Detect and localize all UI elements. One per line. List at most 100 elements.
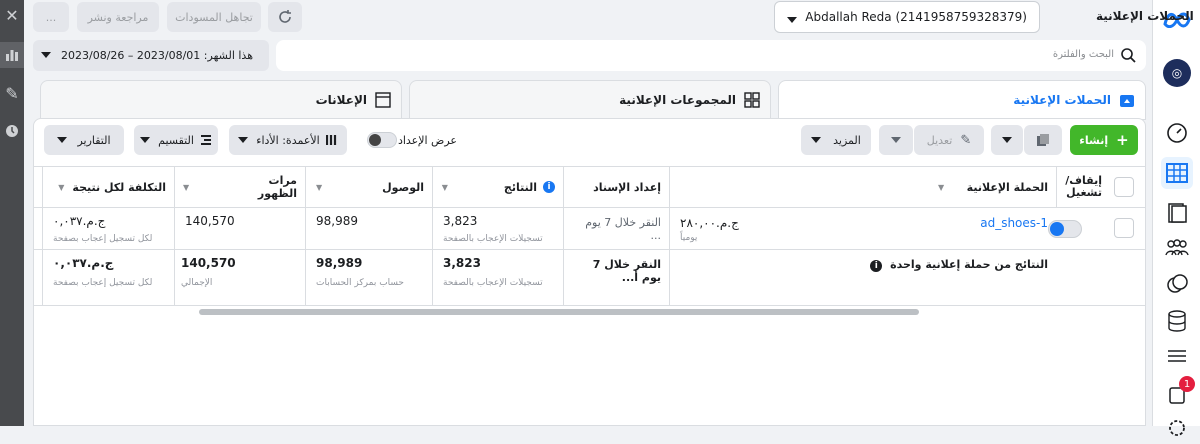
summary-label-cell: النتائج من حملة إعلانية واحدة i	[669, 250, 1056, 305]
col-impressions[interactable]: مرات الظهور ▼	[174, 167, 305, 207]
summary-cost-value: ج.م.٠,٠٣٧	[53, 256, 114, 270]
date-range-picker[interactable]: هذا الشهر: 2023/08/01 – 2023/08/26	[33, 40, 269, 71]
page-title: الحملات الإعلانية	[1096, 9, 1194, 23]
tab-campaigns[interactable]: الحملات الإعلانية	[778, 80, 1146, 120]
info-icon[interactable]: i	[870, 260, 883, 272]
account-avatar[interactable]: ◎	[1161, 57, 1193, 89]
columns-label: الأعمدة: الأداء	[256, 133, 320, 147]
campaign-name-cell: ad_shoes-1 ج.م.٢٨٠,٠٠ يومياً	[669, 208, 1056, 249]
columns-button[interactable]: الأعمدة: الأداء	[229, 125, 347, 155]
campaigns-panel: إنشاء + تعديل ✎ المزيد عرض الإعداد الأعم…	[33, 118, 1146, 426]
tab-ads-label: الإعلانات	[315, 93, 367, 107]
summary-label: النتائج من حملة إعلانية واحدة	[890, 258, 1048, 271]
pencil-icon: ✎	[960, 132, 972, 148]
sort-arrow-icon: ▼	[183, 182, 190, 192]
col-results[interactable]: i النتائج ▼	[432, 167, 563, 207]
table-header-row: إيقاف/ تشغيل الحملة الإعلانية ▼ إعداد ال…	[34, 166, 1145, 208]
col-cost[interactable]: التكلفة لكل نتيجة ▼	[42, 167, 174, 207]
reach-cell: 98,989	[305, 208, 432, 249]
horizontal-scrollbar[interactable]	[199, 309, 919, 315]
summary-impressions-cell: 140,570 الإجمالي	[174, 250, 305, 305]
database-icon[interactable]	[1161, 305, 1193, 337]
cost-cell: ج.م.٠,٠٣٧ لكل تسجيل إعجاب بصفحة	[42, 208, 174, 249]
people-icon[interactable]	[1161, 232, 1193, 264]
tab-adsets[interactable]: المجموعات الإعلانية	[409, 80, 771, 120]
settings-gear-icon[interactable]	[1161, 412, 1193, 444]
col-campaign[interactable]: الحملة الإعلانية ▼	[669, 167, 1056, 207]
campaign-budget: ج.م.٢٨٠,٠٠	[680, 216, 739, 230]
setup-view-toggle[interactable]: عرض الإعداد	[367, 125, 457, 155]
left-tool-strip: ✕ ✎	[0, 0, 24, 426]
breakdown-button[interactable]: التقسيم	[134, 125, 218, 155]
edit-button[interactable]: تعديل ✎	[914, 125, 984, 155]
clock-icon[interactable]	[0, 118, 24, 144]
date-range-label: هذا الشهر: 2023/08/01 – 2023/08/26	[61, 49, 254, 62]
col-cost-label: التكلفة لكل نتيجة	[72, 180, 166, 194]
gauge-icon[interactable]	[1161, 117, 1193, 149]
info-icon[interactable]: i	[543, 181, 555, 193]
duplicate-button[interactable]	[1024, 125, 1062, 155]
account-selector[interactable]: Abdallah Reda (2141958759328379)	[774, 1, 1040, 33]
search-icon	[1121, 48, 1136, 63]
summary-reach-cell: 98,989 حساب بمركز الحسابات	[305, 250, 432, 305]
chevron-down-icon	[787, 13, 797, 27]
chevron-down-icon	[238, 136, 249, 143]
select-all-checkbox[interactable]	[1114, 177, 1134, 197]
chevron-down-icon	[41, 52, 51, 58]
impressions-cell: 140,570	[174, 208, 305, 249]
breakdown-label: التقسيم	[158, 133, 194, 147]
duplicate-icon	[1037, 134, 1049, 146]
table-grid-icon[interactable]	[1161, 157, 1193, 189]
campaign-name-link[interactable]: ad_shoes-1	[980, 216, 1048, 230]
summary-impressions-sub: الإجمالي	[181, 278, 213, 288]
tab-ads[interactable]: الإعلانات	[40, 80, 402, 120]
grid-squares-icon	[744, 92, 760, 108]
sort-arrow-icon: ▼	[938, 182, 945, 192]
chevron-down-icon	[140, 136, 151, 143]
col-reach-label: الوصول	[382, 180, 424, 194]
notifications-icon[interactable]: 1	[1161, 376, 1195, 410]
edit-label: تعديل	[926, 133, 953, 147]
row-checkbox[interactable]	[1114, 218, 1134, 238]
impressions-value: 140,570	[185, 214, 235, 228]
review-publish-button[interactable]: مراجعة ونشر	[77, 2, 159, 32]
more-label: المزيد	[833, 133, 861, 147]
summary-impressions-value: 140,570	[181, 256, 236, 270]
reach-value: 98,989	[316, 214, 358, 228]
coins-icon[interactable]	[1161, 268, 1193, 300]
refresh-button[interactable]	[268, 2, 302, 32]
summary-attribution: النقر خلال 7 يوم أ...	[563, 250, 669, 305]
more-options-button[interactable]: ...	[33, 2, 69, 32]
avatar-globe-icon: ◎	[1163, 59, 1191, 87]
reports-button[interactable]: التقارير	[44, 125, 124, 155]
pencil-icon[interactable]: ✎	[0, 80, 24, 106]
col-toggle[interactable]: إيقاف/ تشغيل	[1056, 167, 1106, 207]
create-button[interactable]: إنشاء +	[1070, 125, 1138, 155]
col-reach[interactable]: الوصول ▼	[305, 167, 432, 207]
right-sidebar: ◎ 1	[1152, 0, 1200, 436]
summary-results-sub: تسجيلات الإعجاب بالصفحة	[443, 278, 543, 288]
bar-chart-icon[interactable]	[0, 42, 24, 68]
discard-drafts-button[interactable]: تجاهل المسودات	[167, 2, 261, 32]
col-attribution[interactable]: إعداد الإسناد	[563, 167, 669, 207]
search-filter-input[interactable]: البحث والفلترة	[276, 40, 1146, 71]
plus-icon: +	[1116, 131, 1129, 149]
columns-icon	[325, 135, 336, 145]
edit-dropdown[interactable]	[879, 125, 913, 155]
cost-value: ج.م.٠,٠٣٧	[53, 214, 106, 228]
chevron-down-icon	[1002, 136, 1012, 143]
toggle-switch[interactable]	[367, 132, 397, 148]
sort-arrow-icon: ▼	[441, 182, 448, 192]
pages-icon[interactable]	[1161, 197, 1193, 229]
duplicate-dropdown[interactable]	[991, 125, 1023, 155]
notification-badge: 1	[1179, 376, 1195, 392]
attribution-cell: النقر خلال 7 يوم ...	[563, 208, 669, 249]
summary-reach-value: 98,989	[316, 256, 363, 270]
col-impressions-label: مرات الظهور	[257, 174, 297, 200]
table-row[interactable]: ad_shoes-1 ج.م.٢٨٠,٠٠ يومياً النقر خلال …	[34, 208, 1145, 250]
menu-icon[interactable]	[1161, 340, 1193, 372]
search-placeholder: البحث والفلترة	[1052, 49, 1114, 60]
toggle-knob	[369, 134, 381, 146]
close-icon[interactable]: ✕	[0, 2, 24, 28]
more-button[interactable]: المزيد	[801, 125, 871, 155]
